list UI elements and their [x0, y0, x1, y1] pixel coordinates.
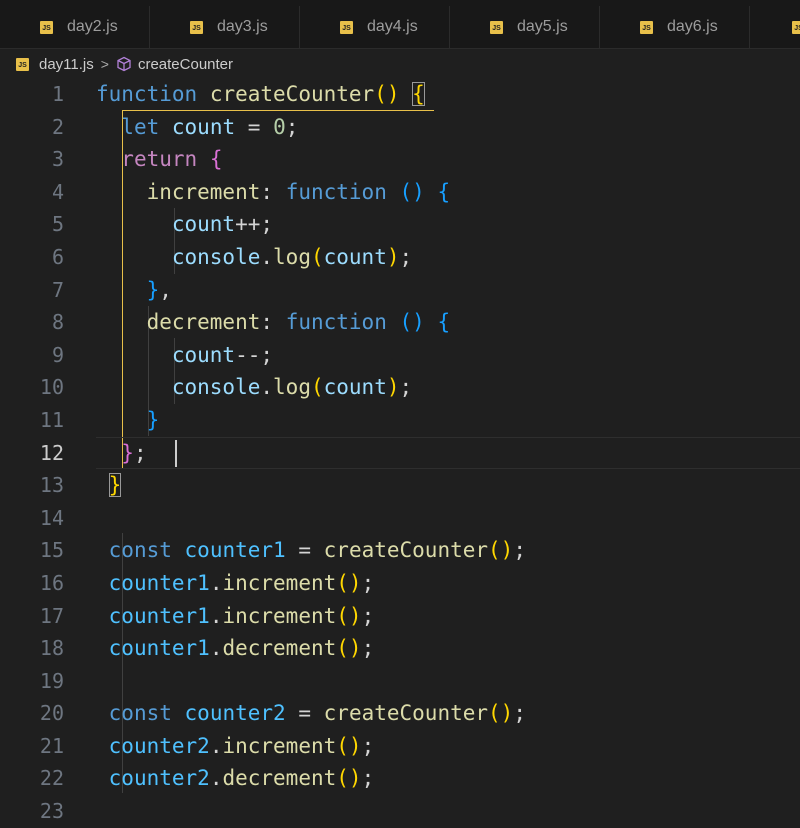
line-number: 14	[39, 505, 64, 530]
javascript-file-icon: JS	[340, 21, 353, 34]
line-number: 2	[51, 114, 64, 139]
breadcrumb-separator: >	[100, 56, 109, 72]
breadcrumb-symbol[interactable]: createCounter	[138, 56, 233, 73]
javascript-file-icon: JS	[792, 21, 800, 34]
javascript-file-icon: JS	[40, 21, 53, 34]
tab-day5[interactable]: JS day5.js	[450, 6, 600, 48]
tab-label: day4.js	[367, 18, 418, 35]
line-number: 8	[51, 310, 64, 335]
code-line: decrement: function () {	[146, 310, 451, 335]
javascript-file-icon: JS	[640, 21, 653, 34]
line-number: 7	[51, 277, 64, 302]
line-number: 19	[39, 668, 64, 693]
line-number: 9	[51, 342, 64, 367]
code-line: console.log(count);	[171, 244, 413, 269]
code-line: counter2.increment();	[108, 733, 375, 758]
line-number: 20	[39, 701, 64, 726]
tab-label: day6.js	[667, 18, 718, 35]
line-number: 21	[39, 733, 64, 758]
line-number: 6	[51, 244, 64, 269]
tab-day6[interactable]: JS day6.js	[600, 6, 750, 48]
code-line: counter1.increment();	[108, 570, 375, 595]
code-line: console.log(count);	[171, 375, 413, 400]
line-number: 4	[51, 179, 64, 204]
javascript-file-icon: JS	[490, 21, 503, 34]
text-cursor	[175, 439, 177, 467]
code-line: function createCounter() {	[96, 82, 425, 106]
code-line: }	[146, 407, 160, 432]
code-line: count++;	[171, 212, 274, 237]
tab-bar: JS day2.js JS day3.js JS day4.js JS day5…	[0, 0, 800, 49]
code-line: counter1.decrement();	[108, 636, 375, 661]
line-number: 10	[39, 375, 64, 400]
line-number-active: 12	[39, 440, 64, 465]
code-line: counter2.decrement();	[108, 766, 375, 791]
line-number: 18	[39, 636, 64, 661]
line-number: 11	[39, 407, 64, 432]
line-number: 16	[39, 570, 64, 595]
code-line: return {	[121, 147, 223, 172]
line-number: 5	[51, 212, 64, 237]
code-line: }	[108, 473, 122, 498]
code-line: let count = 0;	[121, 114, 299, 139]
code-line: counter1.increment();	[108, 603, 375, 628]
code-editor[interactable]: function createCounter() { let count = 0…	[96, 78, 800, 828]
javascript-file-icon: JS	[190, 21, 203, 34]
line-number-gutter: 1 2 3 4 5 6 7 8 9 10 11 12 13 14 15 16 1…	[0, 78, 80, 828]
line-number: 17	[39, 603, 64, 628]
symbol-method-icon	[116, 56, 132, 72]
tab-label: day2.js	[67, 18, 118, 35]
code-line: count--;	[171, 342, 274, 367]
code-line: increment: function () {	[146, 179, 451, 204]
tab-label: day5.js	[517, 18, 568, 35]
tab-overflow[interactable]: JS	[750, 6, 800, 48]
line-number: 15	[39, 538, 64, 563]
code-line: const counter1 = createCounter();	[108, 538, 526, 563]
tab-label: day3.js	[217, 18, 268, 35]
tab-day3[interactable]: JS day3.js	[150, 6, 300, 48]
line-number: 23	[39, 799, 64, 824]
javascript-file-icon: JS	[16, 57, 29, 71]
breadcrumb-file[interactable]: day11.js	[39, 56, 94, 73]
line-number: 22	[39, 766, 64, 791]
code-line-current: };	[96, 436, 800, 470]
line-number: 3	[51, 147, 64, 172]
code-line: },	[146, 277, 172, 302]
line-number: 13	[39, 473, 64, 498]
tab-day2[interactable]: JS day2.js	[0, 6, 150, 48]
code-line: const counter2 = createCounter();	[108, 701, 526, 726]
line-number: 1	[51, 82, 64, 106]
breadcrumb: JS day11.js > createCounter	[0, 51, 800, 77]
tab-day4[interactable]: JS day4.js	[300, 6, 450, 48]
